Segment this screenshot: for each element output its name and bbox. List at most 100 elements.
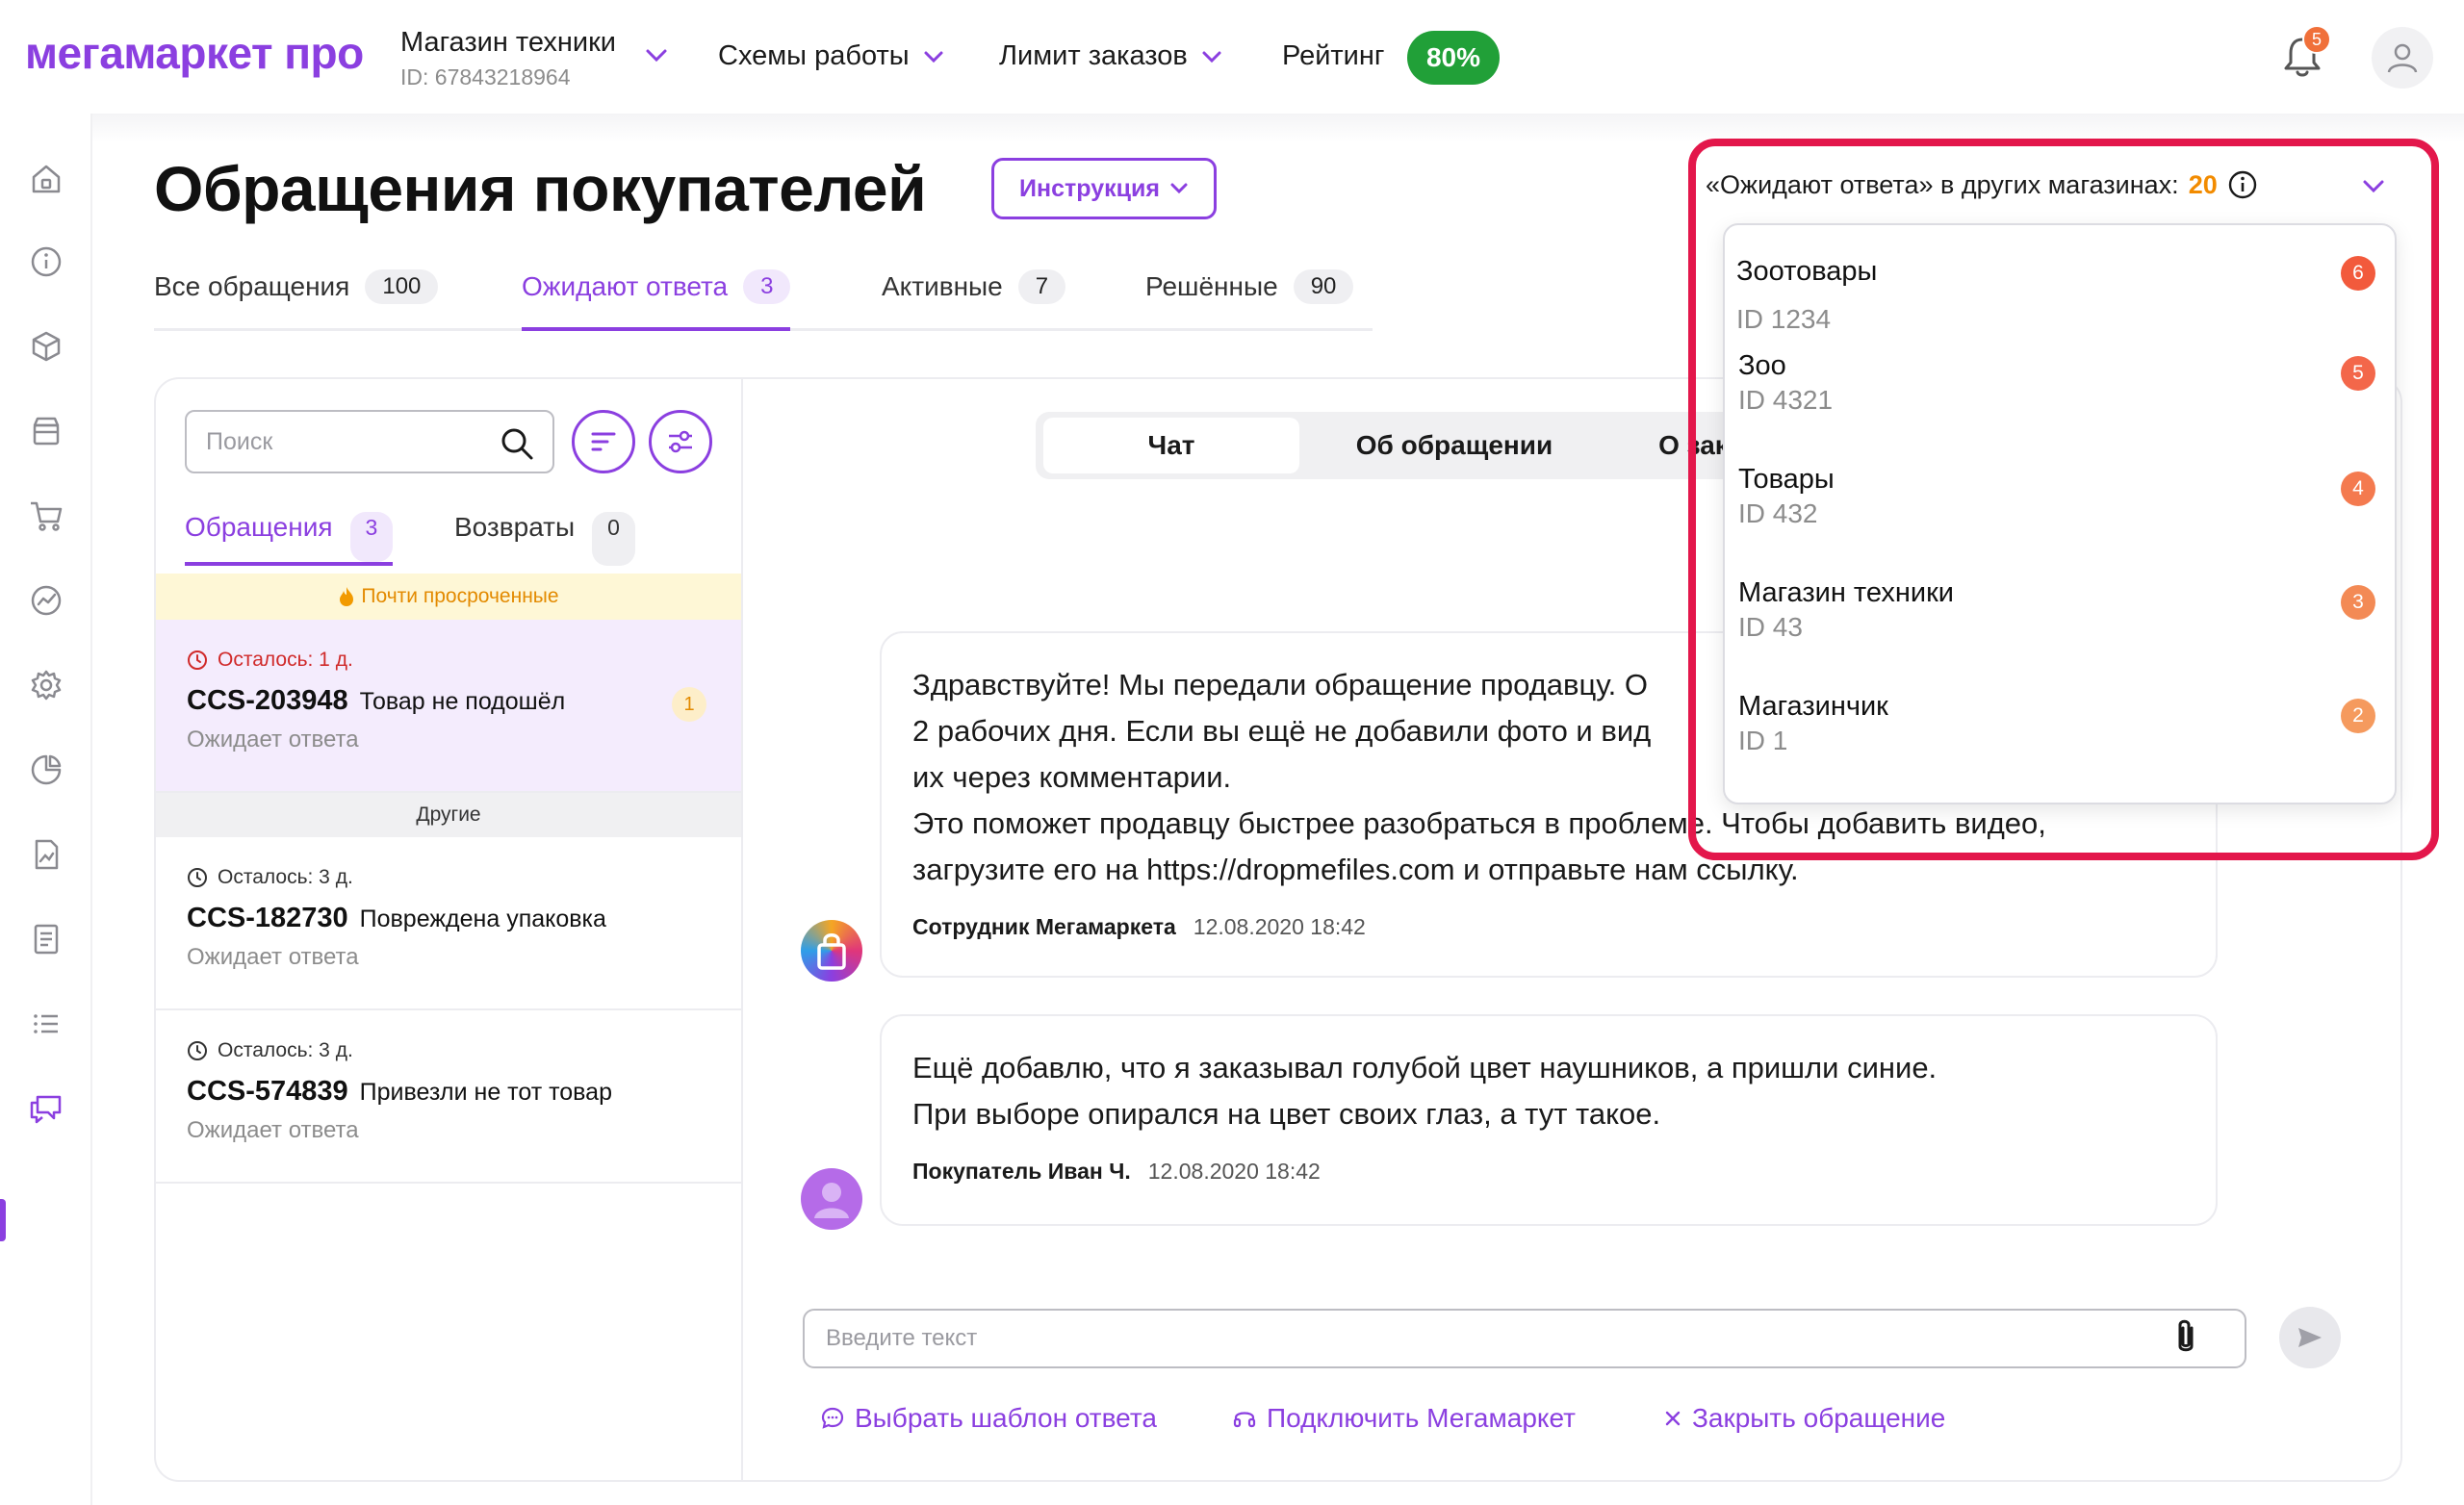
unread-badge: 1 (672, 687, 706, 722)
logo[interactable]: мегамаркет про (25, 27, 364, 79)
ticket-list-panel: Поиск Обращения 3 Возвраты 0 Почти проср… (156, 379, 743, 1480)
tab-count: 100 (365, 269, 439, 304)
message-author: Сотрудник Мегамаркета (912, 914, 1176, 939)
info-icon[interactable] (27, 242, 65, 281)
subtab-count: 3 (349, 512, 394, 562)
connect-megamarket-button[interactable]: Подключить Мегамаркет (1232, 1403, 1576, 1434)
message-bubble: Ещё добавлю, что я заказывал голубой цве… (880, 1014, 2218, 1226)
group-label: Другие (416, 804, 481, 826)
ticket-item[interactable]: Осталось: 3 д. CCS-182730 Повреждена упа… (156, 837, 741, 1010)
message-text: Ещё добавлю, что я заказывал голубой цве… (912, 1051, 1938, 1131)
ticket-item[interactable]: Осталось: 3 д. CCS-574839 Привезли не то… (156, 1010, 741, 1184)
search-placeholder: Поиск (206, 427, 273, 455)
settings-icon[interactable] (27, 666, 65, 704)
group-almost-overdue: Почти просроченные (156, 574, 741, 620)
choose-template-button[interactable]: Выбрать шаблон ответа (820, 1403, 1157, 1434)
message-date: 12.08.2020 18:42 (1147, 1159, 1321, 1184)
group-other: Другие (156, 793, 741, 837)
analytics-icon[interactable] (27, 581, 65, 620)
instruction-button[interactable]: Инструкция (991, 158, 1217, 219)
ticket-code: CCS-203948 (187, 685, 348, 716)
sidebar-active-indicator (0, 1199, 6, 1241)
sidebar (0, 114, 92, 1505)
chevron-down-icon[interactable] (645, 48, 668, 64)
rating-badge: 80% (1407, 31, 1500, 85)
tab-awaiting-reply[interactable]: Ожидают ответа 3 (522, 269, 791, 331)
search-icon (501, 428, 533, 460)
close-icon (1665, 1411, 1681, 1426)
tab-label: Все обращения (154, 271, 350, 301)
tab-label: Ожидают ответа (522, 271, 729, 301)
report-icon[interactable] (27, 835, 65, 874)
ticket-title: CCS-182730 Повреждена упаковка (187, 903, 710, 934)
message-meta: Покупатель Иван Ч. 12.08.2020 18:42 (912, 1159, 2185, 1185)
notification-badge: 5 (2302, 25, 2331, 54)
filter-button[interactable] (649, 410, 712, 473)
ticket-item[interactable]: Осталось: 1 д. CCS-203948 Товар не подош… (156, 620, 741, 793)
tab-label: Активные (882, 271, 1003, 301)
tab-resolved[interactable]: Решённые 90 (1145, 269, 1354, 331)
action-label: Закрыть обращение (1692, 1403, 1946, 1433)
message-author: Покупатель Иван Ч. (912, 1159, 1131, 1184)
cart-icon[interactable] (27, 497, 65, 535)
ticket-code: CCS-574839 (187, 1076, 348, 1107)
nav-label: Лимит заказов (999, 40, 1188, 71)
paperclip-icon[interactable] (2171, 1316, 2200, 1359)
fire-icon (340, 587, 354, 606)
home-icon[interactable] (27, 160, 65, 198)
message-input[interactable]: Введите текст (803, 1309, 2246, 1368)
close-request-button[interactable]: Закрыть обращение (1663, 1403, 1945, 1434)
subtab-requests[interactable]: Обращения 3 (185, 512, 394, 566)
sort-icon (591, 432, 616, 451)
top-header: мегамаркет про Магазин техники ID: 67843… (0, 0, 2464, 114)
instruction-label: Инструкция (1019, 174, 1160, 202)
ticket-deadline: Осталось: 3 д. (187, 1039, 710, 1062)
user-icon (2387, 43, 2418, 73)
sort-button[interactable] (572, 410, 635, 473)
ticket-title: CCS-574839 Привезли не тот товар (187, 1076, 710, 1108)
staff-avatar (801, 920, 862, 982)
store-name: Магазин техники (400, 27, 616, 58)
tab-active[interactable]: Активные 7 (882, 269, 1066, 331)
segment-about-request[interactable]: Об обращении (1324, 418, 1584, 473)
subtab-returns[interactable]: Возвраты 0 (454, 512, 635, 566)
pie-chart-icon[interactable] (27, 751, 65, 789)
filter-icon (669, 430, 692, 453)
user-icon (814, 1183, 849, 1218)
headset-icon (1233, 1412, 1256, 1428)
ticket-status: Ожидает ответа (187, 1117, 359, 1143)
subtab-label: Возвраты (454, 512, 576, 542)
document-icon[interactable] (27, 920, 65, 958)
avatar[interactable] (2372, 27, 2433, 89)
ticket-title: CCS-203948 Товар не подошёл (187, 685, 710, 717)
shopping-bag-icon (817, 933, 846, 970)
tab-count: 7 (1017, 269, 1066, 304)
segment-chat[interactable]: Чат (1043, 418, 1299, 473)
chevron-down-icon (924, 51, 943, 63)
nav-work-schemes[interactable]: Схемы работы (718, 40, 944, 72)
store-icon[interactable] (27, 412, 65, 450)
search-input[interactable]: Поиск (185, 410, 554, 473)
action-label: Выбрать шаблон ответа (855, 1403, 1157, 1433)
subtab-label: Обращения (185, 512, 333, 542)
send-button[interactable] (2279, 1307, 2341, 1368)
store-switcher[interactable]: Магазин техники ID: 67843218964 (400, 27, 616, 90)
nav-rating[interactable]: Рейтинг (1282, 40, 1384, 72)
nav-order-limit[interactable]: Лимит заказов (999, 40, 1222, 72)
ticket-status: Ожидает ответа (187, 727, 359, 752)
store-id: ID: 67843218964 (400, 64, 571, 89)
status-tabs: Все обращения 100 Ожидают ответа 3 Актив… (154, 269, 1373, 331)
box-icon[interactable] (27, 327, 65, 366)
ticket-code: CCS-182730 (187, 903, 348, 933)
message-meta: Сотрудник Мегамаркета 12.08.2020 18:42 (912, 914, 2185, 940)
chat-icon[interactable] (27, 1089, 65, 1128)
chat-bubble-icon (821, 1407, 844, 1429)
tab-count: 90 (1293, 269, 1354, 304)
list-icon[interactable] (27, 1005, 65, 1043)
clock-icon (188, 868, 207, 887)
ticket-subject: Товар не подошёл (359, 688, 566, 715)
tab-all[interactable]: Все обращения 100 (154, 269, 439, 331)
chevron-down-icon (1202, 51, 1221, 63)
message-date: 12.08.2020 18:42 (1193, 914, 1366, 939)
subtab-count: 0 (592, 512, 635, 566)
